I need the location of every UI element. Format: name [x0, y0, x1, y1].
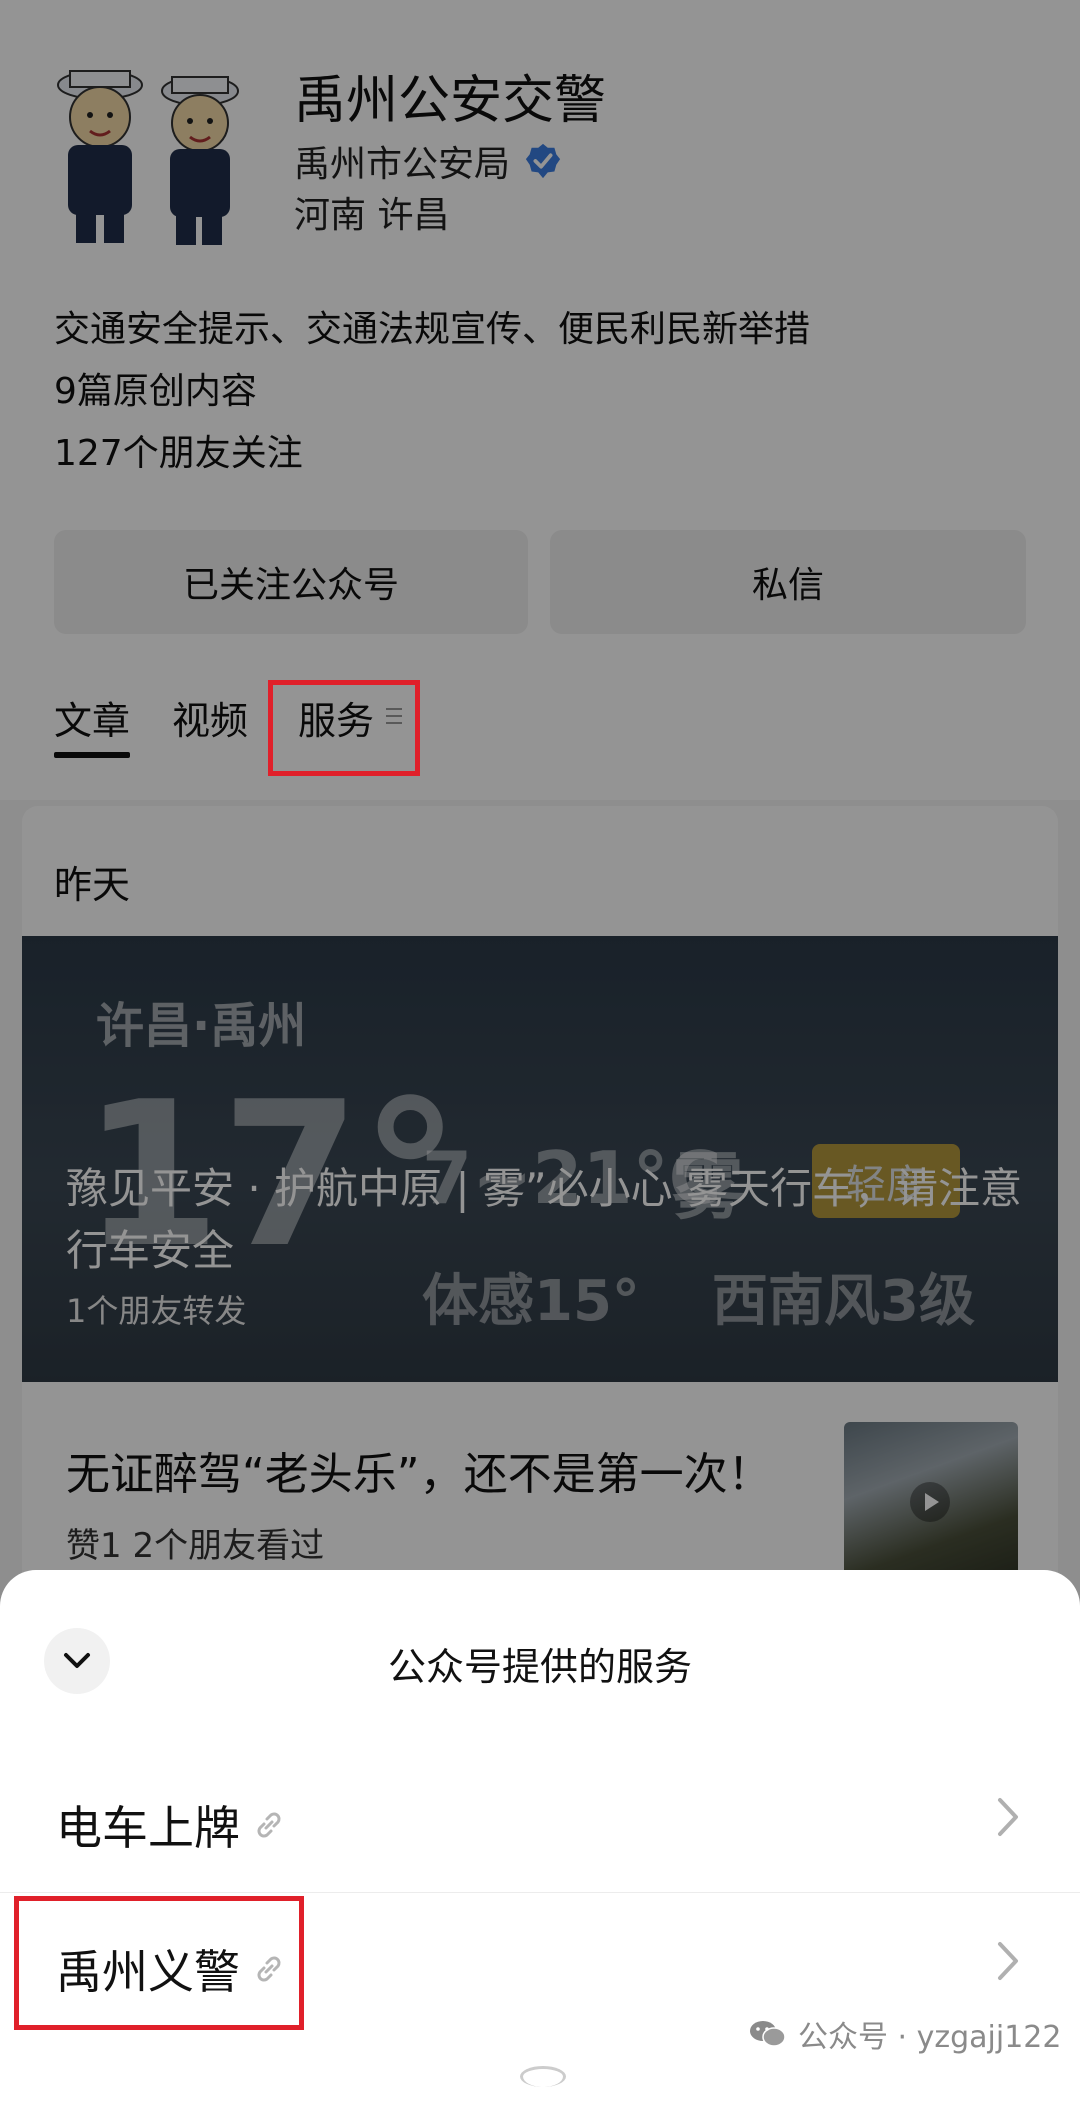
link-icon: [257, 1812, 281, 1838]
watermark: 公众号 · yzgajj122: [748, 2012, 1061, 2056]
sheet-title: 公众号提供的服务: [387, 1645, 692, 1689]
highlight-box-services-tab: [268, 680, 420, 776]
service-item[interactable]: 电车上牌: [0, 1748, 1080, 1888]
wechat-icon: [750, 2021, 786, 2047]
chevron-right-icon: [998, 1798, 1018, 1836]
chevron-right-icon: [998, 1942, 1018, 1980]
service-label: 电车上牌: [56, 1801, 240, 1855]
highlight-box-service: [14, 1896, 304, 2030]
divider: [0, 1892, 1080, 1893]
home-indicator[interactable]: [520, 2066, 566, 2087]
page: 禹州公安交警 禹州市公安局 河南 许昌 交通安全提示、交通法规宣传、便民利民新举…: [0, 0, 1080, 2106]
watermark-text: 公众号 · yzgajj122: [798, 2020, 1062, 2055]
